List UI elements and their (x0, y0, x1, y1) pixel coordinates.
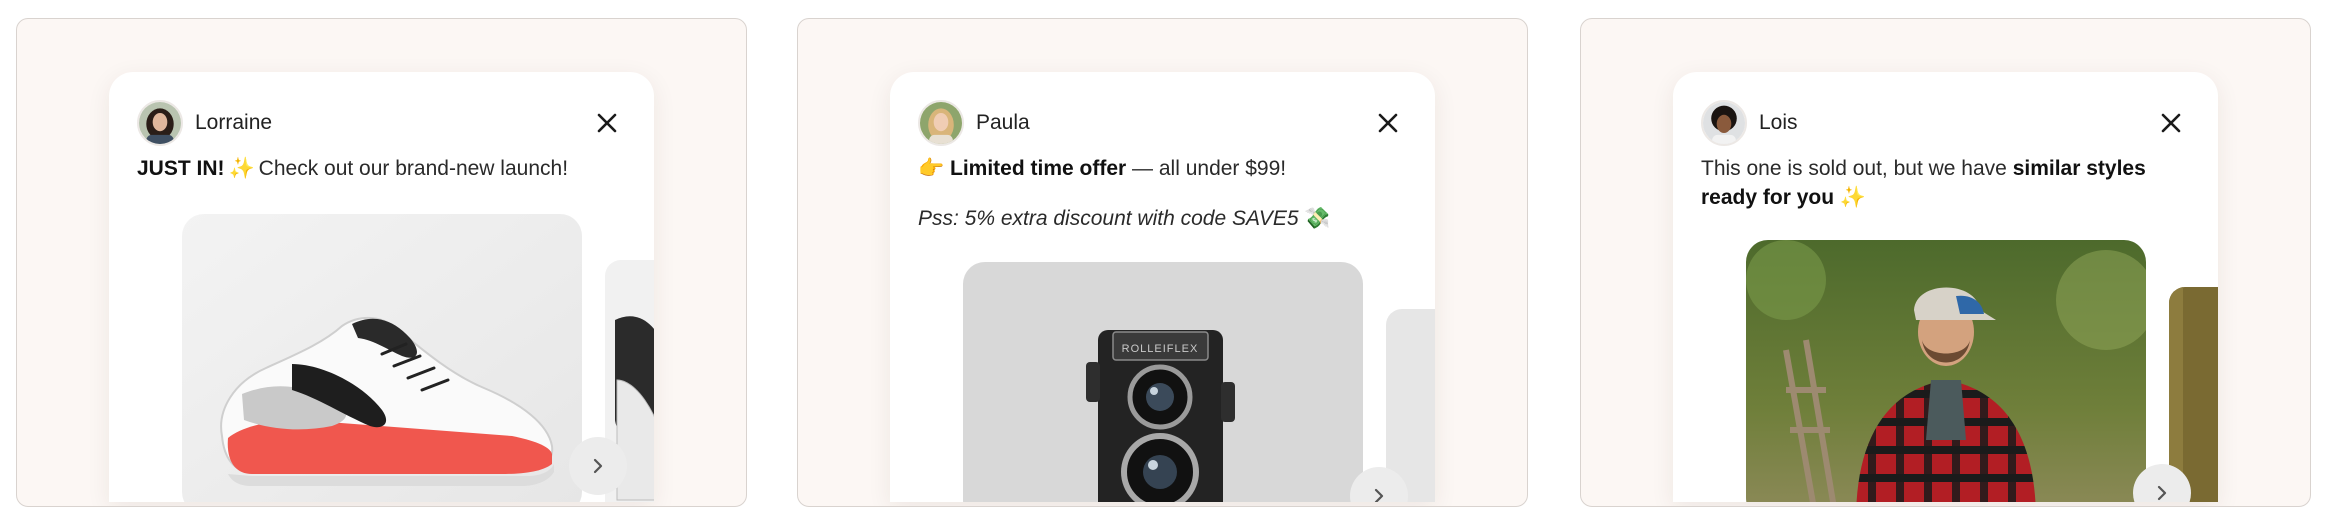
message-body: This one is sold out, but we have (1701, 157, 2007, 180)
promo-text: Pss: 5% extra discount with code SAVE5 💸 (918, 204, 1331, 233)
money-icon: 💸 (1304, 207, 1331, 230)
chevron-right-icon (593, 458, 603, 474)
message-body: — all under $99! (1132, 157, 1287, 180)
notification-preview-panel: Paula 👉 Limited time offer — all under $… (797, 18, 1528, 507)
author-name: Lois (1759, 111, 1798, 134)
carousel-next-button[interactable] (569, 437, 627, 495)
close-icon[interactable] (2158, 110, 2184, 136)
close-icon[interactable] (1375, 110, 1401, 136)
message-header: Lois (1701, 100, 1798, 146)
message-bold: similar styles (2012, 157, 2146, 180)
promo-body: Pss: 5% extra discount with code SAVE5 (918, 207, 1299, 230)
message-bold: Limited time offer (950, 157, 1127, 180)
avatar (1701, 100, 1747, 146)
message-card: Paula 👉 Limited time offer — all under $… (890, 72, 1435, 502)
product-image[interactable] (1746, 240, 2146, 502)
chevron-right-icon (2157, 485, 2167, 501)
pointing-hand-icon: 👉 (918, 157, 945, 180)
message-text: This one is sold out, but we have simila… (1701, 154, 2171, 212)
sparkles-icon: ✨ (228, 157, 255, 180)
close-icon[interactable] (594, 110, 620, 136)
author-name: Paula (976, 111, 1030, 134)
message-body: Check out our brand-new launch! (258, 157, 569, 180)
avatar (918, 100, 964, 146)
notification-preview-panel: Lorraine JUST IN! ✨ Check out our brand-ne… (16, 18, 747, 507)
product-image[interactable]: ROLLEIFLEX (963, 262, 1363, 502)
message-text: JUST IN! ✨ Check out our brand-new launch! (137, 154, 568, 183)
message-text: 👉 Limited time offer — all under $99! (918, 154, 1286, 183)
message-bold: ready for you (1701, 186, 1835, 209)
product-image[interactable] (182, 214, 582, 502)
message-card: Lorraine JUST IN! ✨ Check out our brand-ne… (109, 72, 654, 502)
author-name: Lorraine (195, 111, 273, 134)
avatar (137, 100, 183, 146)
notification-preview-panel: Lois This one is sold out, but we have s… (1580, 18, 2311, 507)
camera-brand-label: ROLLEIFLEX (1122, 343, 1199, 355)
message-card: Lois This one is sold out, but we have s… (1673, 72, 2218, 502)
chevron-right-icon (1374, 488, 1384, 502)
sparkles-icon: ✨ (1839, 186, 1867, 209)
message-header: Lorraine (137, 100, 272, 146)
message-bold: JUST IN! (137, 157, 225, 180)
message-header: Paula (918, 100, 1030, 146)
